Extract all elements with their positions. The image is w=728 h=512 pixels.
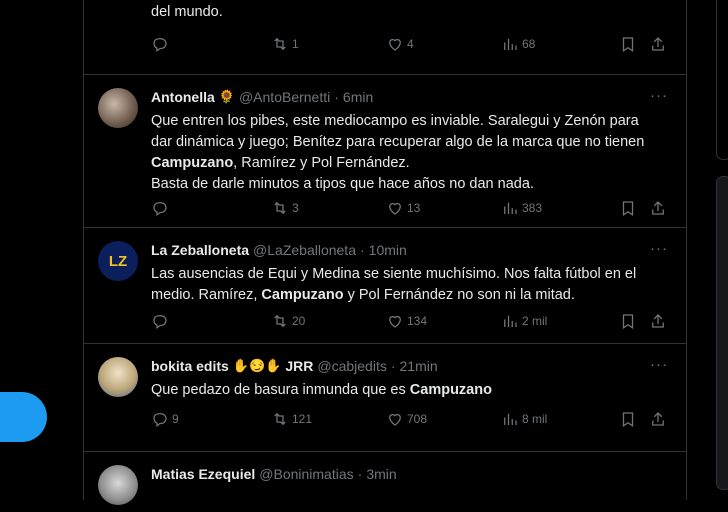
heart-icon [389,315,401,328]
reply-button[interactable] [151,199,172,217]
post[interactable]: bokita edits ✋😏✋ JRR @cabjedits · 21min … [84,344,686,452]
handle[interactable]: @Boninimatias [259,466,353,482]
post-header: Antonella 🌻 @AntoBernetti · 6min [151,89,374,105]
views-button[interactable]: 2 mil [501,312,547,330]
reply-button[interactable]: 9 [151,410,179,428]
post-actions: 1 4 68 [151,35,671,55]
repost-icon [274,314,286,328]
repost-button[interactable]: 1 [271,35,299,53]
share-icon [652,201,664,215]
views-chart-icon [504,413,517,425]
more-icon[interactable]: ··· [650,240,668,257]
share-button[interactable] [649,312,667,330]
reply-icon [153,38,167,53]
post-partial[interactable]: del mundo. 1 4 68 [84,0,686,75]
timestamp[interactable]: 3min [366,466,396,482]
scrollbar[interactable] [716,176,728,490]
display-name[interactable]: Matias Ezequiel [151,466,255,482]
reply-button[interactable] [151,312,172,330]
repost-icon [274,412,286,426]
repost-button[interactable]: 20 [271,312,305,330]
views-chart-icon [504,38,517,50]
timestamp[interactable]: 21min [400,358,438,374]
post-compose-button[interactable] [0,392,47,442]
reply-icon [153,202,167,217]
post-text: Que entren los pibes, este mediocampo es… [151,113,645,192]
share-button[interactable] [649,410,667,428]
timestamp[interactable]: 6min [343,89,373,105]
avatar[interactable] [98,465,138,505]
avatar[interactable] [98,357,138,397]
views-button[interactable]: 68 [501,35,535,53]
more-icon[interactable]: ··· [650,356,668,373]
share-icon [652,412,664,426]
display-name[interactable]: bokita edits [151,358,229,374]
post-actions: 3 13 383 [151,199,671,219]
share-icon [652,314,664,328]
repost-button[interactable]: 3 [271,199,299,217]
views-chart-icon [504,315,517,327]
post-header: Matias Ezequiel @Boninimatias · 3min [151,466,397,482]
views-button[interactable]: 8 mil [501,410,547,428]
post[interactable]: Antonella 🌻 @AntoBernetti · 6min ··· Que… [84,75,686,228]
share-button[interactable] [649,199,667,217]
heart-icon [389,413,401,426]
display-name[interactable]: La Zeballoneta [151,242,249,258]
timeline: del mundo. 1 4 68 Antonella 🌻 @AntoBerne… [83,0,687,505]
repost-icon [274,37,286,51]
post-text: Que pedazo de basura inmunda que es Camp… [151,382,492,398]
avatar[interactable]: LZ [98,241,138,281]
post-text: del mundo. [151,4,223,20]
views-chart-icon [504,202,517,214]
post-header: bokita edits ✋😏✋ JRR @cabjedits · 21min [151,358,438,374]
share-icon [652,37,664,51]
sunflower-emoji: 🌻 [218,89,235,104]
repost-button[interactable]: 121 [271,410,312,428]
views-button[interactable]: 383 [501,199,542,217]
bookmark-button[interactable] [619,35,637,53]
like-button[interactable]: 13 [386,199,420,217]
bookmark-icon [622,412,634,427]
avatar[interactable] [98,88,138,128]
more-icon[interactable]: ··· [650,87,668,104]
bookmark-icon [622,201,634,216]
post-actions: 20 134 2 mil [151,312,671,332]
display-name[interactable]: Antonella [151,89,215,105]
bookmark-icon [622,37,634,52]
timestamp[interactable]: 10min [369,242,407,258]
bookmark-button[interactable] [619,410,637,428]
heart-icon [389,38,401,51]
bookmark-button[interactable] [619,312,637,330]
reply-icon [153,413,167,428]
reply-icon [153,315,167,330]
share-button[interactable] [649,35,667,53]
repost-icon [274,201,286,215]
like-button[interactable]: 4 [386,35,414,53]
handle[interactable]: @LaZeballoneta [253,242,356,258]
reply-button[interactable] [151,35,172,53]
like-button[interactable]: 134 [386,312,427,330]
heart-icon [389,202,401,215]
handle[interactable]: @cabjedits [317,358,386,374]
post-header: La Zeballoneta @LaZeballoneta · 10min [151,242,407,258]
right-panel-edge [716,0,728,160]
post[interactable]: Matias Ezequiel @Boninimatias · 3min [84,452,686,512]
like-button[interactable]: 708 [386,410,427,428]
bookmark-icon [622,314,634,329]
handle[interactable]: @AntoBernetti [239,89,330,105]
post[interactable]: LZ La Zeballoneta @LaZeballoneta · 10min… [84,228,686,344]
post-text: Las ausencias de Equi y Medina se siente… [151,266,637,303]
hand-emoji: ✋😏✋ [232,358,282,373]
bookmark-button[interactable] [619,199,637,217]
post-actions: 9 121 708 8 mil [151,410,671,430]
